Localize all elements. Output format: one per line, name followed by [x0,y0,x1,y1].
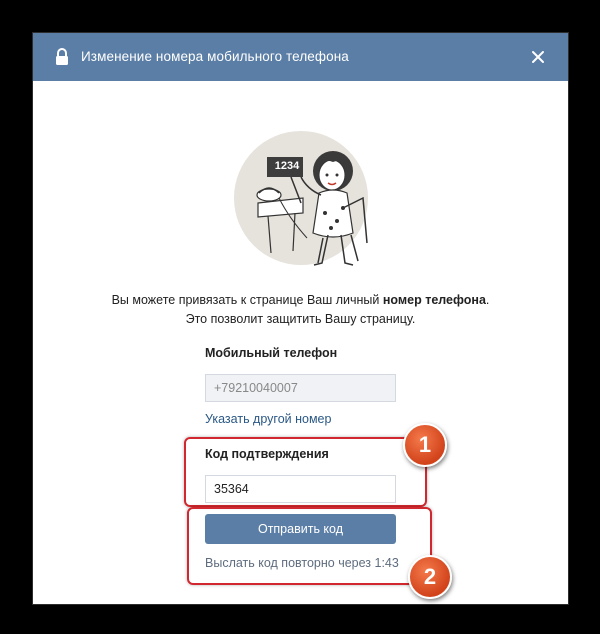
annotation-badge-2: 2 [408,555,452,599]
phone-label: Мобильный телефон [205,346,338,360]
annotation-badge-1: 1 [403,423,447,467]
highlight-box-1 [184,437,427,507]
description: Вы можете привязать к странице Ваш личны… [33,291,568,329]
description-bold: номер телефона [382,293,486,307]
woman-with-phone-illustration [234,131,368,266]
change-number-link[interactable]: Указать другой номер [205,412,331,426]
close-icon[interactable] [528,47,548,67]
dialog-header: Изменение номера мобильного телефона [33,33,568,81]
lock-icon [56,48,68,65]
description-text: Вы можете привязать к странице Ваш личны… [111,293,383,307]
sign-number: 1234 [274,160,300,172]
phone-field: +79210040007 [205,374,396,402]
highlight-box-2 [187,507,432,585]
dialog-title: Изменение номера мобильного телефона [81,49,349,64]
description-end: . [485,293,490,307]
description-line2: Это позволит защитить Вашу страницу. [185,312,416,326]
